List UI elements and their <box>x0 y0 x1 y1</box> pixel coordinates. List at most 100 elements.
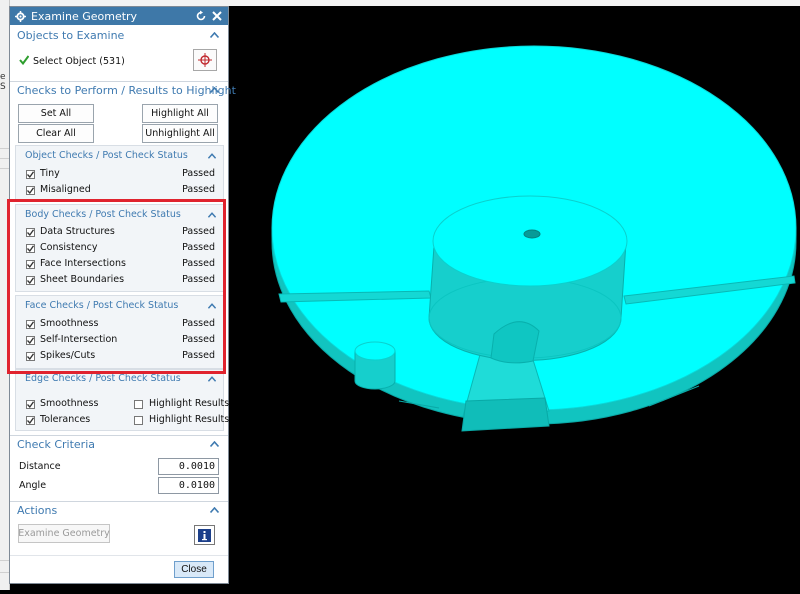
boss-top <box>432 195 628 287</box>
left-strip-divider <box>0 560 9 561</box>
criteria-section-header[interactable]: Check Criteria <box>10 436 228 454</box>
select-object-button[interactable] <box>193 49 217 71</box>
left-strip-divider <box>0 168 9 169</box>
data-structures-status: Passed <box>182 226 215 237</box>
edge-smoothness-checkbox[interactable] <box>26 400 35 409</box>
spikes-cuts-status: Passed <box>182 350 215 361</box>
misaligned-checkbox[interactable] <box>26 186 35 195</box>
tolerances-highlight-label: Highlight Results <box>149 414 230 425</box>
face-intersections-checkbox[interactable] <box>26 260 35 269</box>
tolerances-checkbox[interactable] <box>26 416 35 425</box>
tolerances-label: Tolerances <box>40 414 91 425</box>
lower-channel-floor <box>461 397 550 432</box>
check-icon <box>27 277 34 284</box>
unhighlight-all-button[interactable]: Unhighlight All <box>142 124 218 143</box>
data-structures-checkbox[interactable] <box>26 228 35 237</box>
sheet-boundaries-label: Sheet Boundaries <box>40 274 125 285</box>
check-icon <box>27 353 34 360</box>
spikes-cuts-label: Spikes/Cuts <box>40 350 96 361</box>
face-intersections-status: Passed <box>182 258 215 269</box>
left-strip-text: e S <box>0 72 6 92</box>
consistency-status: Passed <box>182 242 215 253</box>
chevron-up-icon[interactable] <box>210 32 219 38</box>
reset-icon[interactable] <box>195 10 207 22</box>
face-checks-header: Face Checks / Post Check Status <box>25 300 179 311</box>
sheet-boundaries-checkbox[interactable] <box>26 276 35 285</box>
self-intersection-status: Passed <box>182 334 215 345</box>
left-strip-divider <box>0 158 9 159</box>
left-strip-divider <box>0 148 9 149</box>
tiny-checkbox[interactable] <box>26 170 35 179</box>
chevron-up-icon[interactable] <box>208 153 216 159</box>
set-all-button[interactable]: Set All <box>18 104 94 123</box>
angle-field[interactable] <box>158 477 219 494</box>
face-smoothness-status: Passed <box>182 318 215 329</box>
chevron-up-icon[interactable] <box>208 212 216 218</box>
check-icon <box>27 337 34 344</box>
sheet-boundaries-status: Passed <box>182 274 215 285</box>
close-button[interactable]: Close <box>174 561 214 578</box>
checks-section-title: Checks to Perform / Results to Highlight <box>17 84 236 97</box>
edge-checks-header: Edge Checks / Post Check Status <box>25 373 181 384</box>
close-icon[interactable] <box>211 10 223 22</box>
checks-section-header[interactable]: Checks to Perform / Results to Highlight <box>10 82 236 100</box>
face-checks-group: Face Checks / Post Check Status Smoothne… <box>15 295 224 369</box>
edge-smoothness-highlight-checkbox[interactable] <box>134 400 143 409</box>
highlight-all-button[interactable]: Highlight All <box>142 104 218 123</box>
check-icon <box>27 401 34 408</box>
face-smoothness-label: Smoothness <box>40 318 99 329</box>
body-checks-group: Body Checks / Post Check Status Data Str… <box>15 204 224 292</box>
crosshair-icon <box>198 53 212 67</box>
check-icon <box>27 229 34 236</box>
face-smoothness-checkbox[interactable] <box>26 320 35 329</box>
check-icon <box>27 321 34 328</box>
examine-geometry-button[interactable]: Examine Geometry <box>18 524 110 543</box>
check-icon <box>27 261 34 268</box>
section-divider <box>10 555 228 556</box>
check-icon <box>27 245 34 252</box>
chevron-up-icon[interactable] <box>210 507 219 513</box>
dialog-title: Examine Geometry <box>31 9 138 23</box>
chevron-up-icon[interactable] <box>210 441 219 447</box>
actions-section-title: Actions <box>17 504 58 517</box>
chevron-up-icon[interactable] <box>208 376 216 382</box>
small-cylinder-top <box>354 341 396 361</box>
left-strip-divider <box>0 572 9 573</box>
check-icon <box>27 417 34 424</box>
criteria-section-title: Check Criteria <box>17 438 95 451</box>
checkmark-icon <box>19 55 30 66</box>
objects-section-title: Objects to Examine <box>17 29 125 42</box>
misaligned-status: Passed <box>182 184 215 195</box>
face-intersections-label: Face Intersections <box>40 258 126 269</box>
select-object-row: Select Object (531) <box>19 55 125 67</box>
chevron-up-icon[interactable] <box>208 303 216 309</box>
data-structures-label: Data Structures <box>40 226 115 237</box>
distance-label: Distance <box>19 461 61 472</box>
spikes-cuts-checkbox[interactable] <box>26 352 35 361</box>
tiny-label: Tiny <box>40 168 60 179</box>
body-checks-header: Body Checks / Post Check Status <box>25 209 181 220</box>
object-checks-group: Object Checks / Post Check Status Tiny P… <box>15 145 224 200</box>
clear-all-button[interactable]: Clear All <box>18 124 94 143</box>
tolerances-highlight-checkbox[interactable] <box>134 416 143 425</box>
check-icon <box>27 171 34 178</box>
edge-smoothness-label: Smoothness <box>40 398 99 409</box>
angle-label: Angle <box>19 480 47 491</box>
edge-checks-group: Edge Checks / Post Check Status Smoothne… <box>15 369 229 431</box>
consistency-checkbox[interactable] <box>26 244 35 253</box>
info-button[interactable] <box>194 525 215 545</box>
edge-smoothness-highlight-label: Highlight Results <box>149 398 230 409</box>
part-model[interactable] <box>229 6 800 590</box>
self-intersection-label: Self-Intersection <box>40 334 118 345</box>
examine-geometry-dialog: Examine Geometry Objects to Examine Sele… <box>9 6 236 584</box>
dialog-titlebar[interactable]: Examine Geometry <box>10 7 228 25</box>
actions-section-header[interactable]: Actions <box>10 502 228 520</box>
self-intersection-checkbox[interactable] <box>26 336 35 345</box>
distance-field[interactable] <box>158 458 219 475</box>
graphics-viewport[interactable] <box>229 6 800 590</box>
chevron-up-icon[interactable] <box>210 87 219 93</box>
check-icon <box>27 187 34 194</box>
objects-section-header[interactable]: Objects to Examine <box>10 27 228 45</box>
info-icon <box>198 528 211 542</box>
gear-icon <box>15 10 26 22</box>
